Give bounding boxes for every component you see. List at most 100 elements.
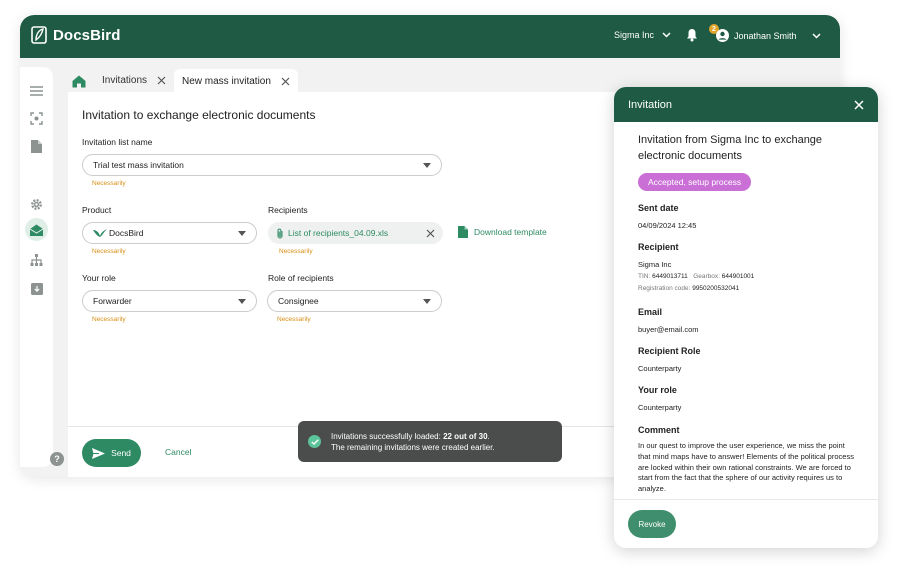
help-icon[interactable]: ?	[50, 452, 64, 466]
status-badge: Accepted, setup process	[638, 173, 752, 191]
close-icon[interactable]	[281, 77, 290, 86]
your-role-label: Your role	[638, 385, 677, 395]
docsbird-bird-icon	[93, 229, 107, 237]
toast-line1-suffix: .	[487, 431, 490, 441]
user-name: Jonathan Smith	[734, 30, 797, 41]
user-avatar-icon	[716, 29, 729, 42]
recipient-role-label: Recipient Role	[638, 346, 701, 356]
brand-name: DocsBird	[53, 26, 121, 44]
paperclip-icon	[277, 228, 283, 238]
dropdown-arrow-icon	[423, 298, 431, 304]
recipient-ids: TIN: 6449013711 Gearbox: 644901001	[638, 273, 754, 280]
required-hint: Necessarily	[92, 180, 126, 187]
download-template-label: Download template	[474, 227, 547, 237]
dropdown-arrow-icon	[238, 230, 246, 236]
bell-icon	[687, 29, 697, 42]
dropdown-arrow-icon	[238, 298, 246, 304]
top-header: DocsBird Sigma Inc 2 Jonathan Smith	[20, 15, 840, 58]
send-icon	[92, 447, 106, 459]
toast-message: Invitations successfully loaded: 22 out …	[331, 431, 495, 453]
notifications-button[interactable]	[686, 28, 698, 47]
registration-code: Registration code: 9950200532041	[638, 285, 739, 292]
mail-open-icon[interactable]	[29, 222, 44, 237]
sidebar	[20, 67, 53, 467]
settings-gear-icon[interactable]	[29, 197, 44, 212]
recipient-role-value: Counterparty	[638, 364, 682, 373]
close-icon[interactable]	[157, 76, 166, 85]
gearbox-label: Gearbox:	[693, 273, 720, 280]
required-hint: Necessarily	[92, 316, 126, 323]
close-icon[interactable]	[854, 99, 864, 110]
tab-label: New mass invitation	[182, 75, 271, 87]
check-circle-icon	[308, 435, 321, 448]
tab-invitations[interactable]: Invitations	[94, 69, 174, 92]
list-name-label: Invitation list name	[82, 137, 153, 147]
list-name-select[interactable]: Trial test mass invitation	[82, 154, 442, 176]
file-icon	[458, 226, 468, 238]
your-role-label: Your role	[82, 273, 116, 283]
close-icon[interactable]	[426, 229, 435, 238]
product-value: DocsBird	[109, 228, 144, 238]
your-role-select[interactable]: Forwarder	[82, 290, 257, 312]
recipients-file-name: List of recipients_04.09.xls	[288, 228, 389, 238]
tab-new-mass-invitation[interactable]: New mass invitation	[174, 69, 298, 93]
menu-icon[interactable]	[29, 83, 44, 98]
success-toast: Invitations successfully loaded: 22 out …	[298, 421, 562, 462]
recipient-name: Sigma Inc	[638, 260, 672, 269]
list-name-value: Trial test mass invitation	[93, 160, 184, 170]
product-value-wrap: DocsBird	[93, 228, 143, 238]
document-icon[interactable]	[29, 139, 44, 154]
send-button[interactable]: Send	[82, 439, 141, 467]
toast-loaded-count: 22 out of 30	[443, 431, 488, 441]
required-hint: Necessarily	[279, 248, 313, 255]
company-name: Sigma Inc	[614, 30, 655, 40]
email-value: buyer@email.com	[638, 325, 699, 334]
tin-label: TIN:	[638, 273, 651, 280]
send-label: Send	[111, 448, 131, 458]
revoke-button[interactable]: Revoke	[628, 510, 676, 538]
modal-header: Invitation	[614, 87, 878, 122]
your-role-value: Forwarder	[93, 296, 132, 306]
recipient-label: Recipient	[638, 242, 679, 252]
modal-title: Invitation	[628, 98, 673, 111]
reg-value: 9950200532041	[692, 285, 740, 292]
recipients-file-chip[interactable]: List of recipients_04.09.xls	[268, 222, 443, 244]
download-template-link[interactable]: Download template	[458, 226, 547, 238]
comment-label: Comment	[638, 425, 680, 435]
required-hint: Necessarily	[277, 316, 311, 323]
cancel-button[interactable]: Cancel	[165, 447, 191, 457]
user-menu[interactable]: Jonathan Smith	[716, 29, 821, 42]
tab-home[interactable]	[68, 71, 90, 91]
tin-value: 6449013711	[652, 273, 688, 280]
email-label: Email	[638, 307, 663, 317]
chevron-down-icon	[812, 32, 821, 39]
page-title: Invitation to exchange electronic docume…	[82, 108, 316, 122]
recipient-role-label: Role of recipients	[268, 273, 334, 283]
dropdown-arrow-icon	[423, 162, 431, 168]
scan-icon[interactable]	[29, 111, 44, 126]
toast-line2: The remaining invitations were created e…	[331, 442, 495, 452]
gearbox-value: 644901001	[721, 273, 755, 280]
home-icon	[72, 75, 86, 87]
comment-text: In our quest to improve the user experie…	[638, 441, 854, 494]
product-label: Product	[82, 205, 112, 215]
modal-footer: Revoke	[614, 499, 878, 548]
toast-line1: Invitations successfully loaded: 22 out …	[331, 431, 495, 442]
archive-icon[interactable]	[29, 281, 44, 296]
chevron-down-icon	[662, 32, 671, 38]
modal-body: Invitation from Sigma Inc to exchange el…	[638, 122, 858, 499]
recipient-role-value: Consignee	[278, 296, 319, 306]
invitation-details-modal: Invitation Invitation from Sigma Inc to …	[614, 87, 878, 548]
toast-line1-prefix: Invitations successfully loaded:	[331, 431, 444, 441]
recipients-label: Recipients	[268, 205, 308, 215]
docsbird-logo-icon	[31, 26, 47, 44]
invitation-heading: Invitation from Sigma Inc to exchange el…	[638, 134, 823, 162]
your-role-value: Counterparty	[638, 403, 682, 412]
tab-label: Invitations	[102, 75, 148, 86]
org-structure-icon[interactable]	[29, 253, 44, 268]
brand-logo[interactable]: DocsBird	[30, 25, 120, 45]
recipient-role-select[interactable]: Consignee	[267, 290, 442, 312]
company-selector[interactable]: Sigma Inc	[614, 30, 671, 40]
product-select[interactable]: DocsBird	[82, 222, 257, 244]
sent-date-value: 04/09/2024 12:45	[638, 221, 697, 230]
